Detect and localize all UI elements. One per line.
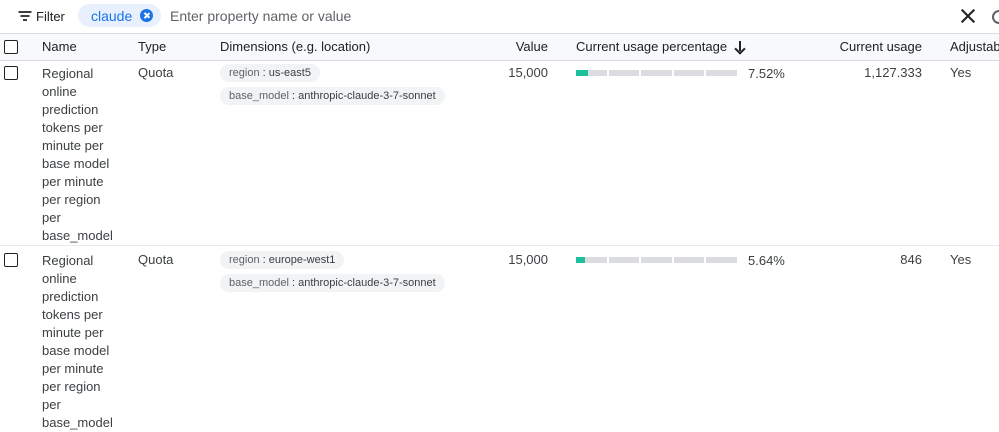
row-value: 15,000 — [508, 65, 548, 80]
dimension-chips: region : europe-west1 base_model : anthr… — [220, 250, 445, 296]
row-name: Regional online prediction tokens per mi… — [42, 66, 113, 243]
row-name: Regional online prediction tokens per mi… — [42, 253, 113, 430]
usage-percentage: 5.64% — [748, 253, 785, 268]
filter-label: Filter — [36, 8, 65, 24]
close-icon[interactable] — [960, 8, 976, 24]
filter-button[interactable]: Filter — [18, 7, 65, 25]
filter-chip[interactable]: claude — [78, 4, 162, 27]
dimension-value: anthropic-claude-3-7-sonnet — [298, 90, 436, 102]
dimension-value: europe-west1 — [268, 254, 336, 266]
dimension-key: region — [229, 67, 260, 79]
dimension-chip-base-model: base_model : anthropic-claude-3-7-sonnet — [220, 87, 445, 105]
column-options-icon[interactable] — [992, 10, 999, 24]
select-all-checkbox[interactable] — [4, 40, 18, 54]
col-usage-percentage-label: Current usage percentage — [576, 39, 728, 54]
col-current-usage[interactable]: Current usage — [840, 39, 922, 54]
filter-bar: Filter claude — [0, 0, 999, 32]
table-header: Name Type Dimensions (e.g. location) Val… — [0, 33, 999, 61]
row-checkbox[interactable] — [4, 66, 18, 80]
current-usage: 846 — [900, 252, 922, 267]
usage-percentage: 7.52% — [748, 66, 785, 81]
dimension-chip-region: region : europe-west1 — [220, 251, 345, 269]
row-type: Quota — [138, 252, 174, 267]
col-adjustable[interactable]: Adjustab — [950, 39, 999, 54]
table-row: Regional online prediction tokens per mi… — [0, 247, 999, 430]
dimension-value: anthropic-claude-3-7-sonnet — [298, 277, 436, 289]
dimension-chip-region: region : us-east5 — [220, 64, 320, 82]
filter-chip-label: claude — [91, 7, 133, 24]
dimension-key: region — [229, 254, 260, 266]
table-row: Regional online prediction tokens per mi… — [0, 60, 999, 246]
current-usage: 1,127.333 — [864, 65, 922, 80]
remove-chip-icon[interactable] — [140, 9, 154, 22]
usage-bar — [576, 70, 737, 76]
adjustable: Yes — [950, 65, 972, 80]
sort-descending-icon[interactable] — [735, 41, 745, 53]
col-value[interactable]: Value — [516, 39, 548, 54]
col-name[interactable]: Name — [42, 39, 77, 54]
dimension-key: base_model — [229, 90, 289, 102]
filter-icon — [18, 11, 31, 21]
usage-bar — [576, 257, 737, 263]
row-checkbox[interactable] — [4, 253, 18, 267]
filter-input[interactable] — [170, 6, 670, 26]
dimension-chips: region : us-east5 base_model : anthropic… — [220, 63, 445, 109]
adjustable: Yes — [950, 252, 972, 267]
dimension-value: us-east5 — [268, 67, 311, 79]
col-type[interactable]: Type — [138, 39, 166, 54]
dimension-chip-base-model: base_model : anthropic-claude-3-7-sonnet — [220, 274, 445, 292]
row-type: Quota — [138, 65, 174, 80]
col-dimensions[interactable]: Dimensions (e.g. location) — [220, 39, 370, 54]
row-value: 15,000 — [508, 252, 548, 267]
dimension-key: base_model — [229, 277, 289, 289]
col-usage-percentage[interactable]: Current usage percentage — [576, 39, 745, 54]
